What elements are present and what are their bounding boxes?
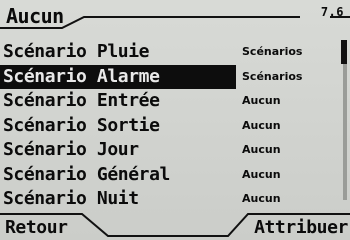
scenario-assignment: Scénarios (242, 45, 303, 59)
scenario-assignment: Aucun (242, 167, 281, 181)
list-item[interactable]: Scénario Entrée Aucun (0, 89, 344, 114)
list-item[interactable]: Scénario Général Aucun (0, 163, 344, 188)
scenario-name: Scénario Pluie (3, 41, 150, 63)
list-item[interactable]: Scénario Jour Aucun (0, 138, 344, 163)
assign-softkey-button[interactable]: Attribuer (254, 217, 348, 238)
scenario-name: Scénario Entrée (3, 90, 160, 112)
scenario-name: Scénario Jour (3, 139, 139, 161)
scenario-name: Scénario Alarme (0, 64, 236, 89)
list-item[interactable]: Scénario Sortie Aucun (0, 114, 344, 139)
scenario-assignment: Aucun (242, 118, 281, 132)
lcd-screen: Aucun 7.6 Scénario Pluie Scénarios Scéna… (0, 0, 350, 240)
scenario-list: Scénario Pluie Scénarios Scénario Alarme… (0, 40, 344, 212)
scenario-name: Scénario Général (3, 163, 170, 185)
list-item[interactable]: Scénario Pluie Scénarios (0, 40, 344, 65)
scenario-name: Scénario Sortie (3, 114, 160, 136)
back-softkey-button[interactable]: Retour (5, 217, 68, 238)
scenario-assignment: Aucun (242, 94, 281, 108)
scenario-assignment: Aucun (242, 143, 281, 157)
list-item-selected[interactable]: Scénario Alarme Scénarios (0, 64, 344, 90)
version-label: 7.6 (320, 5, 344, 19)
header-title: Aucun (6, 4, 64, 28)
scenario-assignment: Scénarios (242, 69, 303, 83)
